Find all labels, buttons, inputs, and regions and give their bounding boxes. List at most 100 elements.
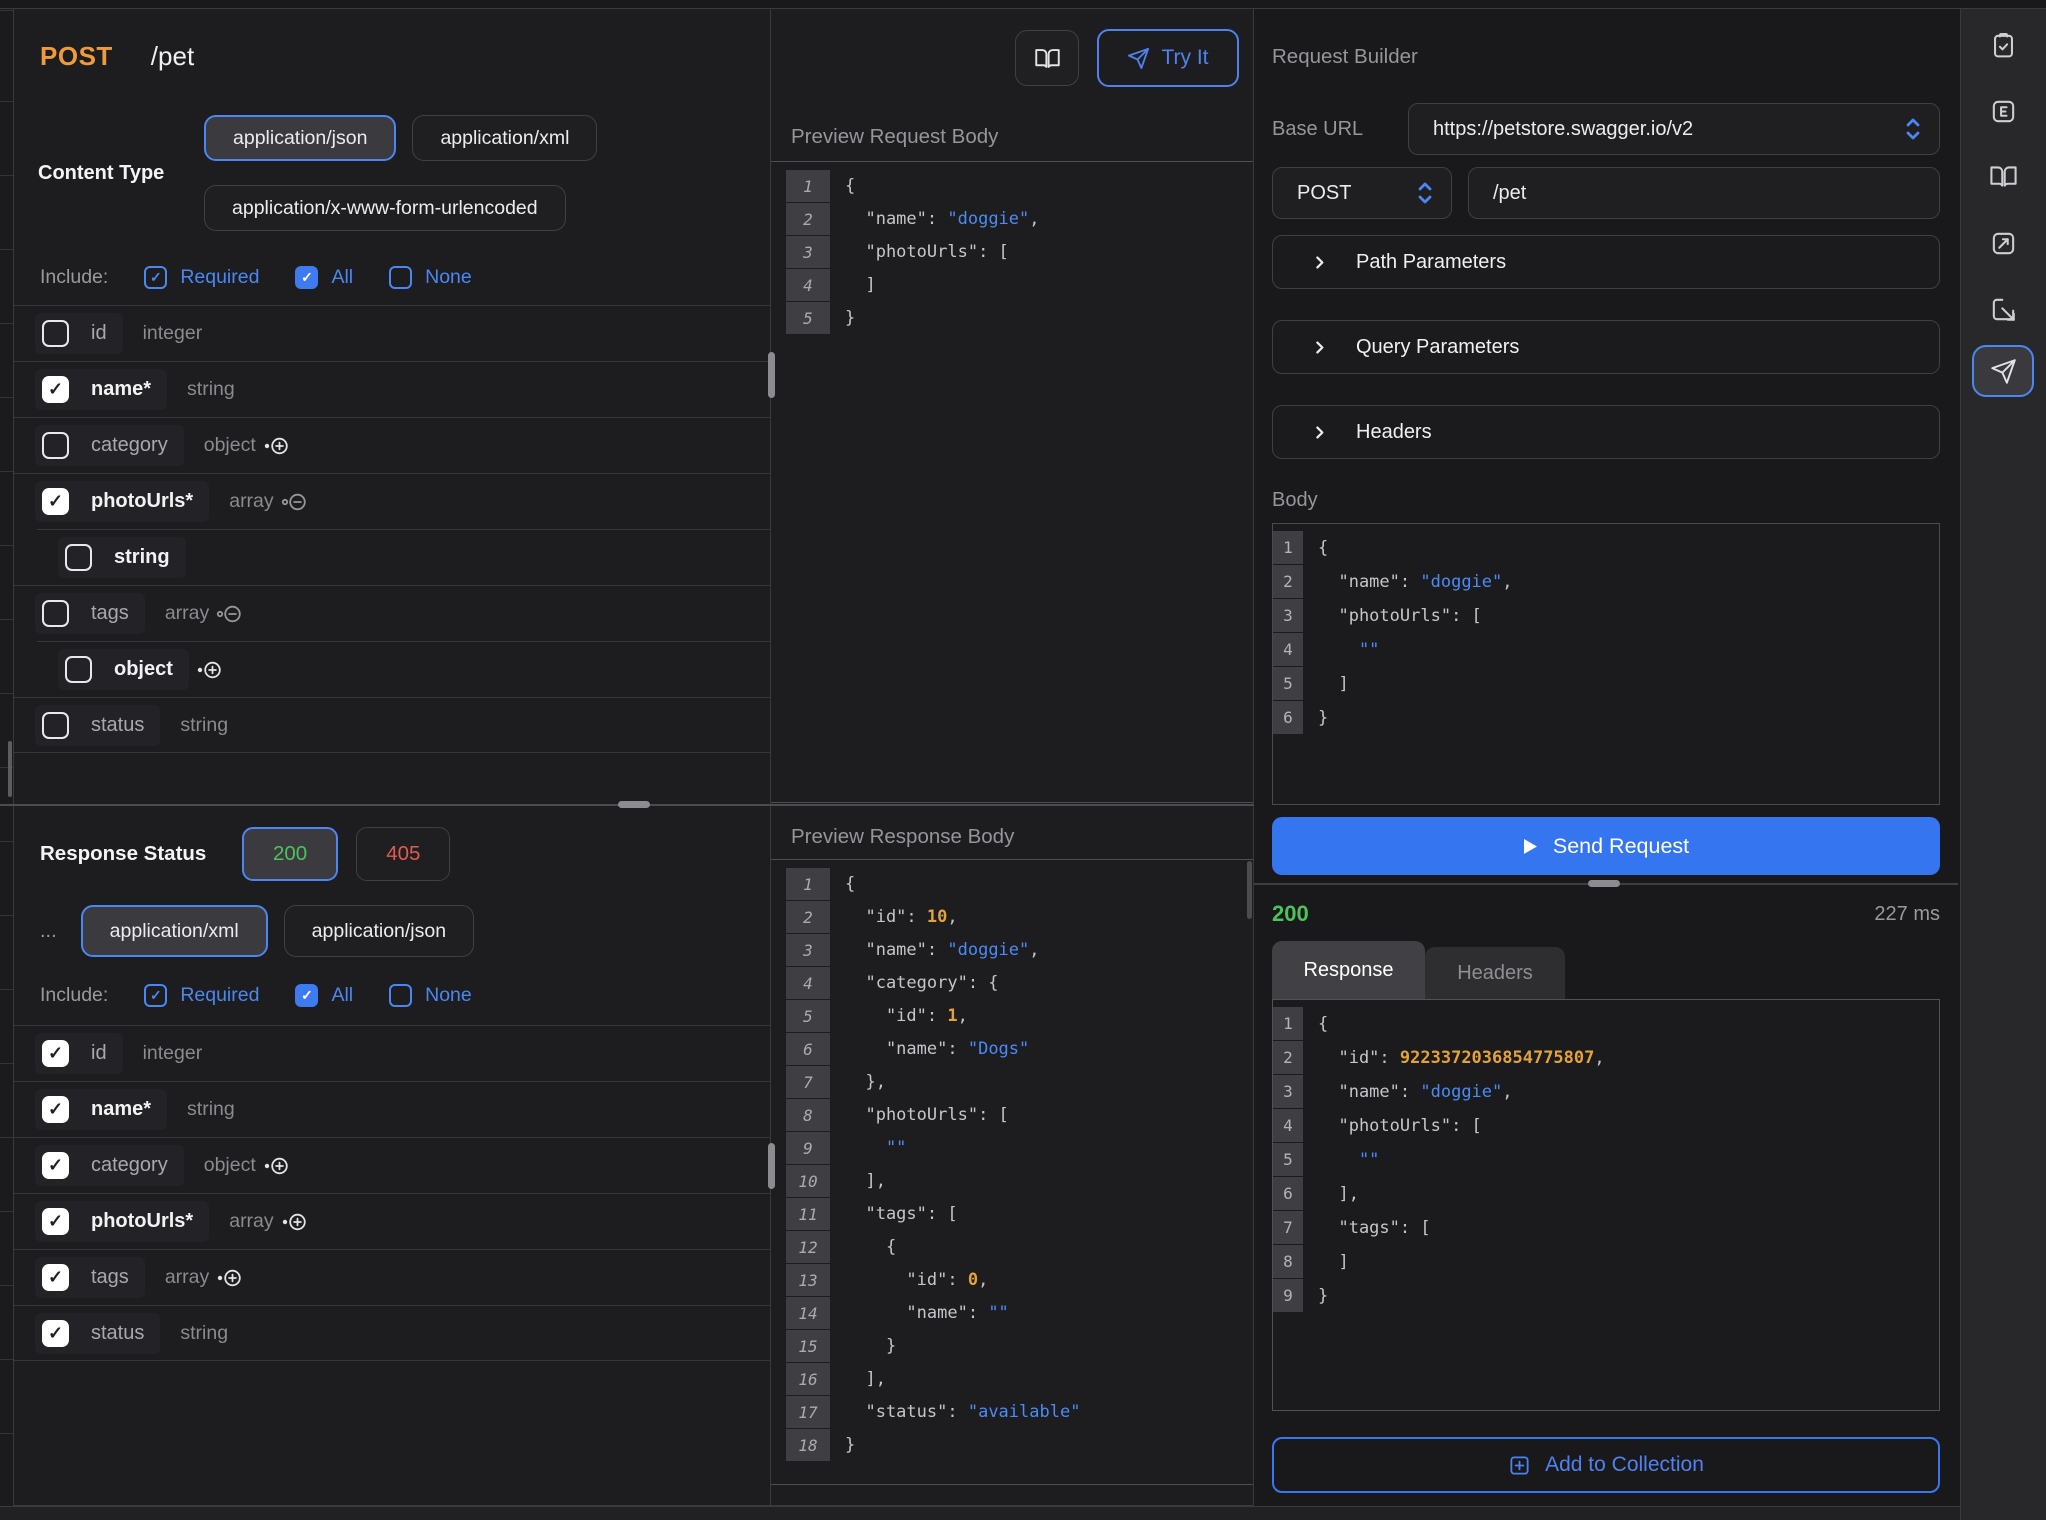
- include-checkbox[interactable]: [144, 266, 167, 289]
- include-checkbox[interactable]: [144, 984, 167, 1007]
- field-checkbox[interactable]: [42, 320, 69, 347]
- expand-circle-plus-icon[interactable]: [195, 661, 222, 679]
- tab-headers[interactable]: Headers: [1425, 947, 1565, 999]
- content-type-button[interactable]: application/x-www-form-urlencoded: [204, 185, 566, 231]
- code-line: "": [1318, 1143, 1939, 1177]
- e-square-icon[interactable]: [1989, 96, 2019, 126]
- docs-button[interactable]: [1015, 30, 1079, 86]
- try-it-button[interactable]: Try It: [1097, 29, 1239, 87]
- field-checkbox[interactable]: [42, 376, 69, 403]
- base-url-select[interactable]: https://petstore.swagger.io/v2: [1408, 103, 1940, 155]
- include-option-label: All: [331, 984, 353, 1007]
- section-path-parameters[interactable]: Path Parameters: [1272, 235, 1940, 289]
- more-content-types-ellipsis[interactable]: ...: [40, 920, 57, 943]
- field-row-highlight: photoUrls*: [35, 1201, 209, 1242]
- line-number: 15: [786, 1330, 830, 1362]
- code-line: "photoUrls": [: [845, 236, 1253, 269]
- field-type: string: [187, 1098, 235, 1121]
- body-label: Body: [1272, 489, 1318, 512]
- field-checkbox[interactable]: [42, 1040, 69, 1067]
- add-to-collection-button[interactable]: Add to Collection: [1272, 1437, 1940, 1493]
- vertical-drag-handle[interactable]: [768, 352, 775, 398]
- field-checkbox[interactable]: [42, 1208, 69, 1235]
- collapse-circle-minus-icon[interactable]: [280, 493, 307, 511]
- expand-circle-plus-icon[interactable]: [215, 1269, 242, 1287]
- include-checkbox[interactable]: [389, 266, 412, 289]
- code-line: "id": 0,: [845, 1264, 1253, 1297]
- include-option-required: Required: [144, 266, 259, 289]
- send-request-button[interactable]: Send Request: [1272, 817, 1940, 875]
- section-headers[interactable]: Headers: [1272, 405, 1940, 459]
- code-line: ]: [1318, 667, 1939, 701]
- field-checkbox[interactable]: [42, 1096, 69, 1123]
- status-code-button-405[interactable]: 405: [356, 827, 450, 881]
- include-checkbox[interactable]: [389, 984, 412, 1007]
- field-checkbox[interactable]: [42, 712, 69, 739]
- method-value: POST: [1297, 182, 1351, 205]
- status-code-button-200[interactable]: 200: [242, 827, 338, 881]
- code-line: "id": 9223372036854775807,: [1318, 1041, 1939, 1075]
- path-input[interactable]: /pet: [1468, 167, 1940, 219]
- send-tool-button[interactable]: [1972, 345, 2034, 397]
- content-type-button[interactable]: application/xml: [412, 115, 597, 161]
- preview-scrollbar-thumb[interactable]: [1247, 861, 1252, 919]
- code-line: ],: [845, 1165, 1253, 1198]
- split-drag-handle[interactable]: [618, 801, 650, 808]
- code-line: }: [1318, 701, 1939, 735]
- include-label: Include:: [40, 266, 108, 289]
- field-checkbox[interactable]: [42, 1264, 69, 1291]
- body-editor[interactable]: 123456 { "name": "doggie", "photoUrls": …: [1272, 523, 1940, 805]
- field-type: array: [229, 1210, 273, 1233]
- collapse-circle-minus-icon[interactable]: [215, 605, 242, 623]
- section-query-parameters[interactable]: Query Parameters: [1272, 320, 1940, 374]
- clipboard-check-icon[interactable]: [1989, 30, 2019, 60]
- field-checkbox[interactable]: [65, 544, 92, 571]
- include-option-label: None: [425, 266, 472, 289]
- request-builder-panel: Request Builder Base URL https://petstor…: [1254, 9, 1960, 1506]
- content-type-button[interactable]: application/json: [284, 905, 474, 957]
- expand-circle-plus-icon[interactable]: [262, 1157, 289, 1175]
- field-row: idinteger: [14, 1025, 770, 1081]
- code-line: "photoUrls": [: [1318, 1109, 1939, 1143]
- line-number: 4: [1273, 633, 1303, 666]
- expand-circle-plus-icon[interactable]: [280, 1213, 307, 1231]
- sidebar-scrollbar-thumb[interactable]: [8, 741, 12, 797]
- edit-icon[interactable]: [1989, 228, 2019, 258]
- code-line: "name": "": [845, 1297, 1253, 1330]
- field-checkbox[interactable]: [65, 656, 92, 683]
- include-checkbox[interactable]: [295, 984, 318, 1007]
- field-row: photoUrls*array: [14, 473, 770, 529]
- field-checkbox[interactable]: [42, 1152, 69, 1179]
- tab-response[interactable]: Response: [1272, 941, 1425, 999]
- response-status-row: Response Status 200405: [40, 827, 450, 881]
- include-checkbox[interactable]: [295, 266, 318, 289]
- line-number: 5: [786, 302, 830, 334]
- line-number: 2: [1273, 565, 1303, 598]
- field-name: status: [91, 1322, 144, 1345]
- content-type-button[interactable]: application/xml: [81, 905, 268, 957]
- field-name: category: [91, 1154, 168, 1177]
- share-icon[interactable]: [1989, 294, 2019, 324]
- field-row: object: [37, 641, 770, 697]
- code-line: "name": "doggie",: [845, 934, 1253, 967]
- split-drag-handle[interactable]: [1588, 880, 1620, 887]
- field-checkbox[interactable]: [42, 1320, 69, 1347]
- line-number-gutter: 123456: [1273, 531, 1303, 804]
- field-checkbox[interactable]: [42, 488, 69, 515]
- vertical-drag-handle[interactable]: [768, 1143, 775, 1189]
- code-content: { "id": 10, "name": "doggie", "category"…: [830, 868, 1253, 1484]
- line-number: 1: [1273, 1007, 1303, 1040]
- field-row-highlight: id: [35, 1033, 123, 1074]
- include-option-label: All: [331, 266, 353, 289]
- line-number: 7: [786, 1066, 830, 1098]
- line-number: 2: [786, 901, 830, 933]
- book-icon[interactable]: [1989, 161, 2019, 191]
- code-line: {: [1318, 531, 1939, 565]
- expand-circle-plus-icon[interactable]: [262, 437, 289, 455]
- field-row: statusstring: [14, 697, 770, 753]
- endpoint-header: POST /pet: [40, 41, 194, 72]
- field-checkbox[interactable]: [42, 432, 69, 459]
- content-type-button[interactable]: application/json: [204, 115, 396, 161]
- field-checkbox[interactable]: [42, 600, 69, 627]
- method-select[interactable]: POST: [1272, 167, 1452, 219]
